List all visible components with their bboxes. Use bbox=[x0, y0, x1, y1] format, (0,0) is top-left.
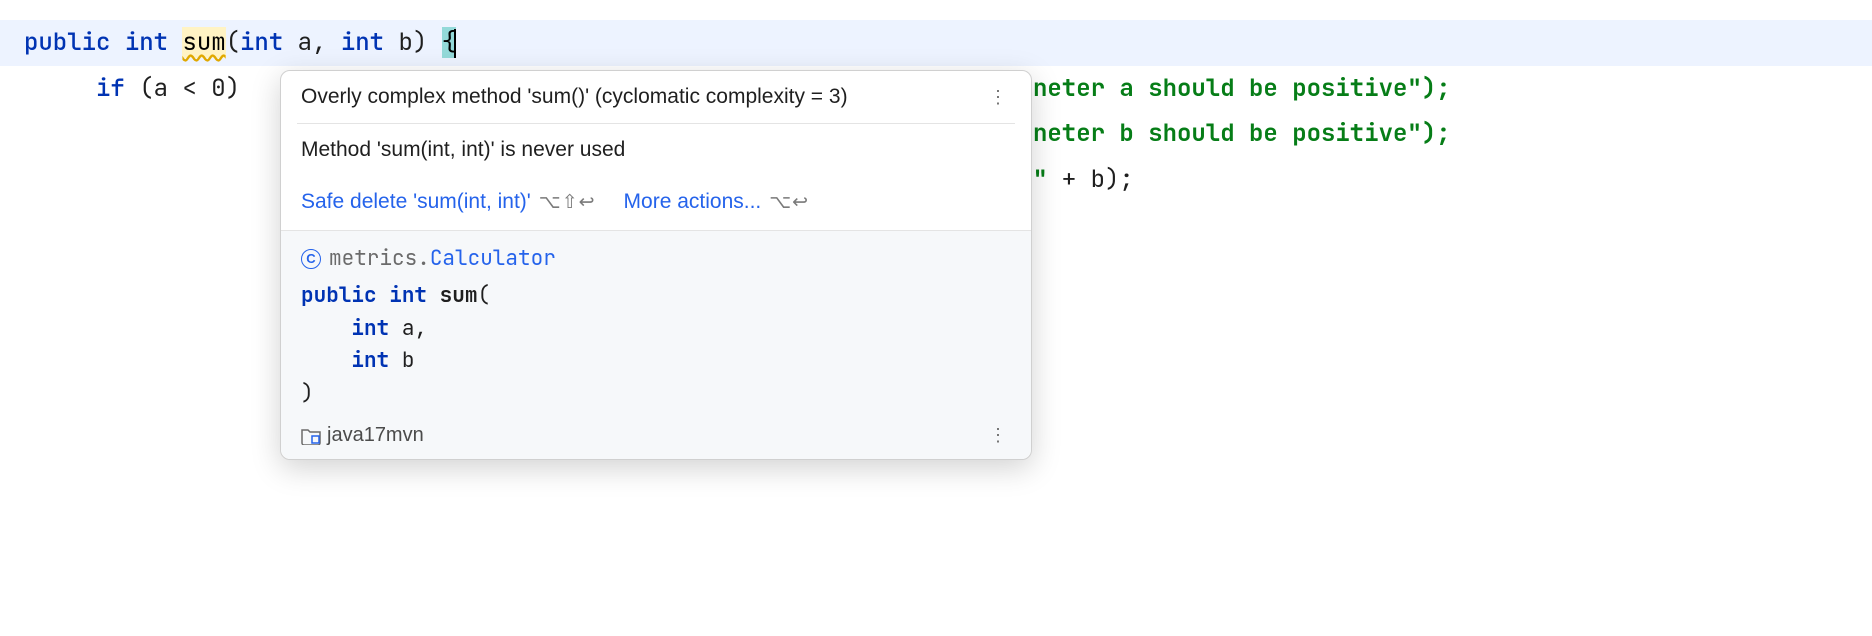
signature-line-3: int b bbox=[301, 345, 1011, 378]
warning-row-1[interactable]: Overly complex method 'sum()' (cyclomati… bbox=[281, 71, 1031, 123]
code-line-1[interactable]: public int sum(int a, int b) { bbox=[0, 20, 1872, 66]
module-name[interactable]: java17mvn bbox=[327, 424, 424, 447]
safe-delete-action[interactable]: Safe delete 'sum(int, int)' ⌥⇧↩ bbox=[301, 190, 596, 214]
more-actions-link[interactable]: More actions... ⌥↩ bbox=[624, 190, 810, 214]
doc-kebab-icon[interactable]: ⋮ bbox=[985, 425, 1011, 446]
keyword-public: public bbox=[24, 27, 110, 58]
actions-row: Safe delete 'sum(int, int)' ⌥⇧↩ More act… bbox=[281, 176, 1031, 230]
warning-text-1: Overly complex method 'sum()' (cyclomati… bbox=[301, 85, 985, 109]
inspection-popup: Overly complex method 'sum()' (cyclomati… bbox=[280, 70, 1032, 460]
text-caret bbox=[454, 29, 456, 58]
kebab-menu-icon[interactable]: ⋮ bbox=[985, 87, 1011, 108]
method-name-sum[interactable]: sum bbox=[182, 27, 225, 58]
shortcut-safe-delete: ⌥⇧↩ bbox=[539, 191, 596, 214]
signature-line-2: int a, bbox=[301, 313, 1011, 346]
warning-row-2[interactable]: Method 'sum(int, int)' is never used bbox=[281, 124, 1031, 176]
keyword-int: int bbox=[125, 27, 168, 58]
module-folder-icon bbox=[301, 427, 321, 445]
code-line-2[interactable]: if (a < 0) bbox=[24, 73, 254, 104]
warning-text-2: Method 'sum(int, int)' is never used bbox=[301, 138, 625, 161]
quick-doc-section: C metrics.Calculator public int sum( int… bbox=[281, 230, 1031, 459]
doc-class-header[interactable]: C metrics.Calculator bbox=[301, 245, 1011, 272]
code-right-overflow: neter a should be positive"); neter b sh… bbox=[1033, 20, 1451, 202]
class-icon: C bbox=[301, 249, 321, 269]
doc-footer: java17mvn ⋮ bbox=[301, 424, 1011, 447]
signature-line-1: public int sum( bbox=[301, 280, 1011, 313]
shortcut-more-actions: ⌥↩ bbox=[769, 191, 809, 214]
signature-line-4: ) bbox=[301, 378, 1011, 411]
